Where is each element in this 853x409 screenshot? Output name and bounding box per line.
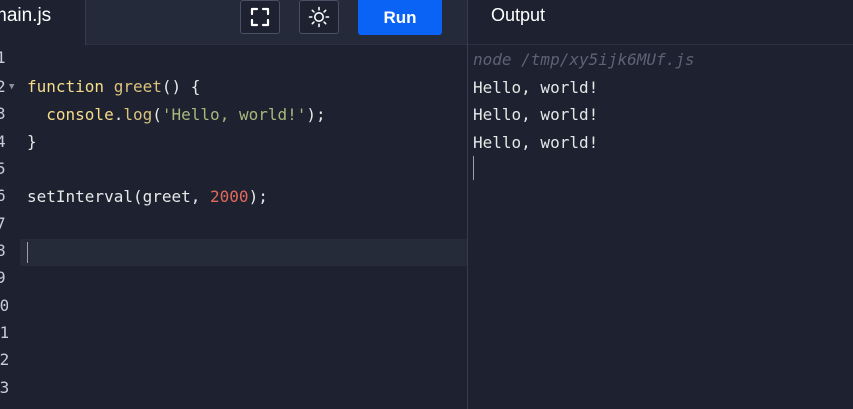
sun-icon <box>308 6 330 28</box>
file-tab[interactable]: main.js <box>0 0 86 45</box>
line-number: 7 <box>0 215 6 233</box>
code-line-4: } <box>27 129 37 155</box>
line-number: 11 <box>0 324 8 342</box>
code-line-3: console.log('Hello, world!'); <box>27 102 326 128</box>
output-line: Hello, world! <box>473 78 599 97</box>
line-number: 6 <box>0 187 6 205</box>
fullscreen-icon <box>250 7 270 27</box>
line-number: 13 <box>0 379 8 397</box>
close-paren-token: ); <box>248 187 268 206</box>
line-number: 4 <box>0 133 6 151</box>
call-token: setInterval(greet, <box>27 187 211 206</box>
method-token: log <box>123 105 153 124</box>
code-editor[interactable]: 1 2 ▼ 3 4 5 6 7 8 9 10 11 12 13 function… <box>0 45 467 409</box>
output-line: Hello, world! <box>473 133 599 152</box>
punctuation-token: () { <box>161 77 201 96</box>
active-line-highlight <box>20 239 467 266</box>
output-caret <box>473 156 474 180</box>
code-playground: main.js Run <box>0 0 853 409</box>
function-name-token: greet <box>113 77 162 96</box>
code-line-6: setInterval(greet, 2000); <box>27 184 268 210</box>
output-title: Output <box>491 5 546 25</box>
line-number: 10 <box>0 297 8 315</box>
editor-toolbar: main.js Run <box>0 0 467 45</box>
string-token: 'Hello, world!' <box>161 105 307 124</box>
line-gutter: 1 2 ▼ 3 4 5 6 7 8 9 10 11 12 13 <box>0 45 20 409</box>
editor-caret <box>27 242 28 263</box>
open-paren-token: ( <box>152 105 162 124</box>
brace-token: } <box>27 132 37 151</box>
dot-token: . <box>113 105 124 124</box>
code-line-2: function greet() { <box>27 74 200 100</box>
fullscreen-button[interactable] <box>240 0 280 34</box>
line-number: 5 <box>0 160 6 178</box>
close-paren-token: ); <box>306 105 326 124</box>
line-number: 12 <box>0 351 8 369</box>
line-number: 9 <box>0 269 6 287</box>
run-button[interactable]: Run <box>358 0 442 35</box>
line-number: 2 <box>0 78 6 96</box>
keyword-token: function <box>27 77 105 96</box>
line-number: 8 <box>0 242 6 260</box>
output-console[interactable]: node /tmp/xy5ijk6MUf.js Hello, world! He… <box>468 45 853 409</box>
output-header: Output <box>468 0 853 45</box>
file-tab-label: main.js <box>0 5 52 26</box>
output-command: node /tmp/xy5ijk6MUf.js <box>473 50 695 69</box>
output-line: Hello, world! <box>473 105 599 124</box>
line-number: 3 <box>0 105 6 123</box>
object-token: console <box>46 105 114 124</box>
number-token: 2000 <box>210 187 249 206</box>
theme-toggle-button[interactable] <box>299 0 339 34</box>
fold-chevron-icon[interactable]: ▼ <box>9 78 14 96</box>
line-number: 1 <box>0 49 6 67</box>
